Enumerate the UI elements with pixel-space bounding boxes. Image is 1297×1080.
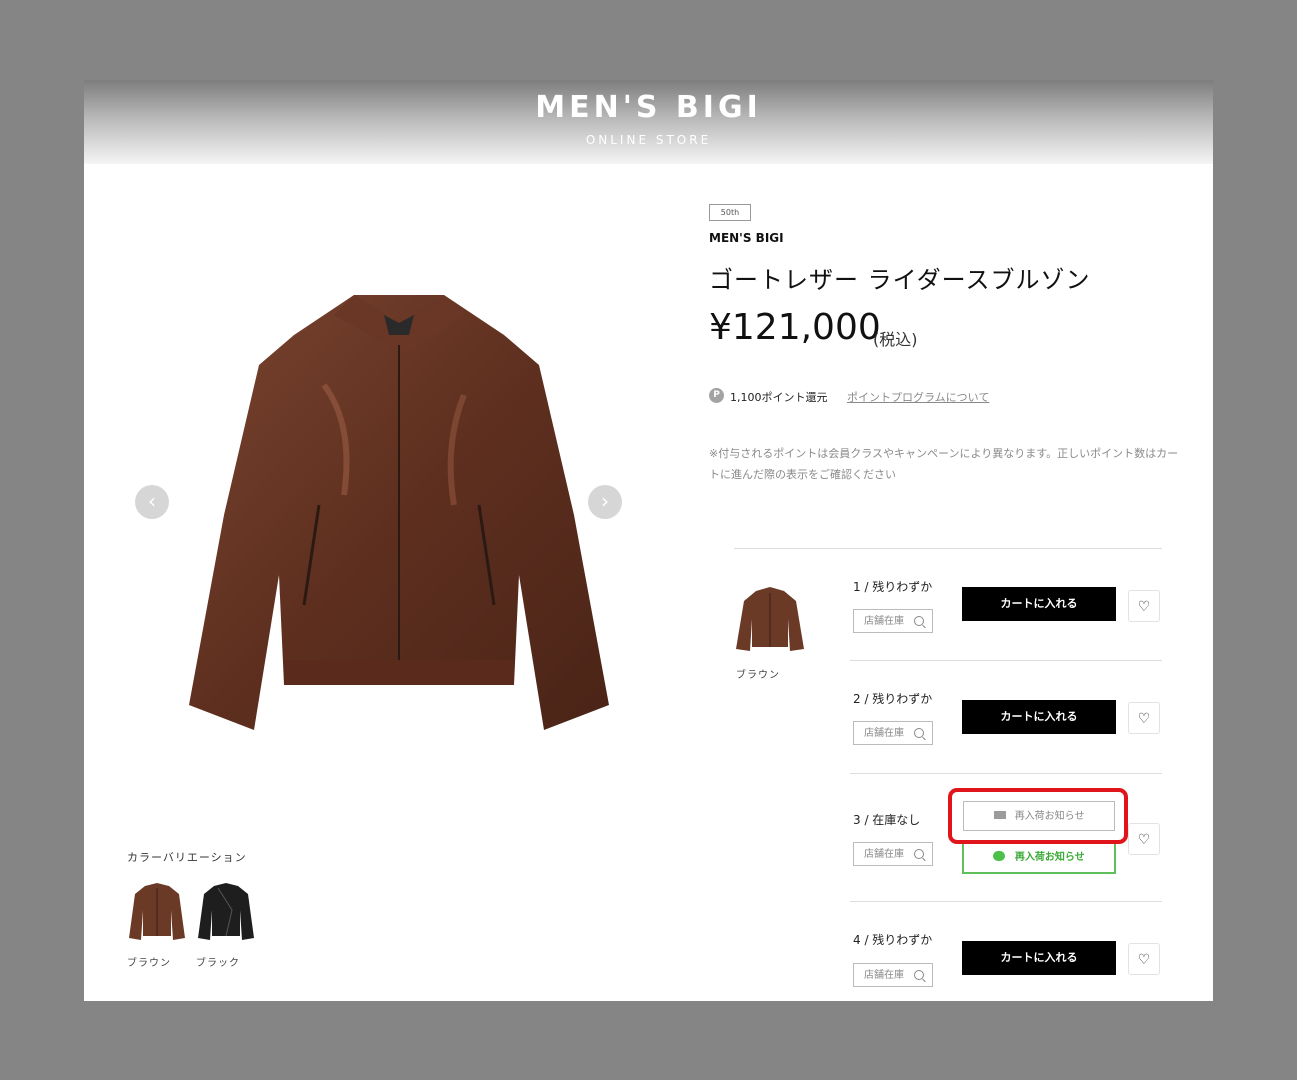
- restock-email-label: 再入荷お知らせ: [1014, 811, 1085, 822]
- size-1-status: 1 / 残りわずか: [853, 580, 933, 594]
- store-stock-button[interactable]: 店舗在庫: [853, 963, 933, 987]
- swatch-brown[interactable]: [127, 880, 187, 942]
- product-image: [189, 295, 609, 730]
- size-3-status: 3 / 在庫なし: [853, 813, 921, 827]
- size-2-status: 2 / 残りわずか: [853, 692, 933, 706]
- chevron-right-icon: ›: [601, 489, 609, 513]
- favorite-button[interactable]: ♡: [1128, 590, 1160, 622]
- product-title: ゴートレザー ライダースブルゾン: [709, 266, 1091, 294]
- anniversary-badge: 50th: [709, 204, 751, 221]
- product-price: ¥121,000: [709, 307, 881, 348]
- gallery-next-button[interactable]: ›: [588, 485, 622, 519]
- add-to-cart-button[interactable]: カートに入れる: [962, 941, 1116, 975]
- store-stock-button[interactable]: 店舗在庫: [853, 721, 933, 745]
- size-4-status: 4 / 残りわずか: [853, 933, 933, 947]
- store-stock-label: 店舗在庫: [864, 616, 904, 627]
- points-program-link[interactable]: ポイントプログラムについて: [847, 389, 989, 405]
- divider: [734, 548, 1162, 549]
- divider: [850, 660, 1162, 661]
- store-stock-label: 店舗在庫: [864, 970, 904, 981]
- store-stock-label: 店舗在庫: [864, 849, 904, 860]
- store-stock-label: 店舗在庫: [864, 728, 904, 739]
- favorite-button[interactable]: ♡: [1128, 823, 1160, 855]
- color-variation-label: カラーバリエーション: [127, 851, 247, 864]
- points-note: ※付与されるポイントは会員クラスやキャンペーンにより異なります。正しいポイント数…: [709, 447, 1179, 481]
- site-header: MEN'S BIGI ONLINE STORE: [84, 80, 1213, 164]
- favorite-button[interactable]: ♡: [1128, 702, 1160, 734]
- mail-icon: [993, 811, 1006, 819]
- variant-thumbnail: [736, 587, 804, 651]
- divider: [850, 773, 1162, 774]
- store-stock-button[interactable]: 店舗在庫: [853, 609, 933, 633]
- add-to-cart-button[interactable]: カートに入れる: [962, 587, 1116, 621]
- heart-icon: ♡: [1137, 952, 1151, 968]
- search-icon: [914, 728, 924, 738]
- page-frame: MEN'S BIGI ONLINE STORE ‹ › カラーバリエーション ブ…: [84, 80, 1213, 1001]
- site-logo[interactable]: MEN'S BIGI: [84, 90, 1213, 125]
- search-icon: [914, 616, 924, 626]
- heart-icon: ♡: [1137, 599, 1151, 615]
- search-icon: [914, 970, 924, 980]
- chevron-left-icon: ‹: [148, 489, 156, 513]
- heart-icon: ♡: [1137, 832, 1151, 848]
- product-brand[interactable]: MEN'S BIGI: [709, 231, 784, 245]
- heart-icon: ♡: [1137, 711, 1151, 727]
- swatch-brown-label: ブラウン: [127, 958, 171, 969]
- search-icon: [914, 849, 924, 859]
- restock-line-button[interactable]: 再入荷お知らせ: [962, 843, 1116, 874]
- swatch-black[interactable]: [196, 880, 256, 942]
- points-reward: 1,100ポイント還元: [730, 391, 828, 404]
- variant-color-name: ブラウン: [736, 670, 780, 681]
- price-tax-note: (税込): [873, 330, 918, 349]
- restock-line-label: 再入荷お知らせ: [1014, 852, 1085, 863]
- site-logo-subtitle: ONLINE STORE: [585, 133, 712, 147]
- favorite-button[interactable]: ♡: [1128, 943, 1160, 975]
- points-icon: P: [709, 388, 724, 403]
- store-stock-button[interactable]: 店舗在庫: [853, 842, 933, 866]
- add-to-cart-button[interactable]: カートに入れる: [962, 700, 1116, 734]
- gallery-prev-button[interactable]: ‹: [135, 485, 169, 519]
- swatch-black-label: ブラック: [196, 958, 240, 969]
- line-app-icon: [993, 851, 1006, 861]
- restock-email-button[interactable]: 再入荷お知らせ: [963, 801, 1115, 831]
- divider: [850, 901, 1162, 902]
